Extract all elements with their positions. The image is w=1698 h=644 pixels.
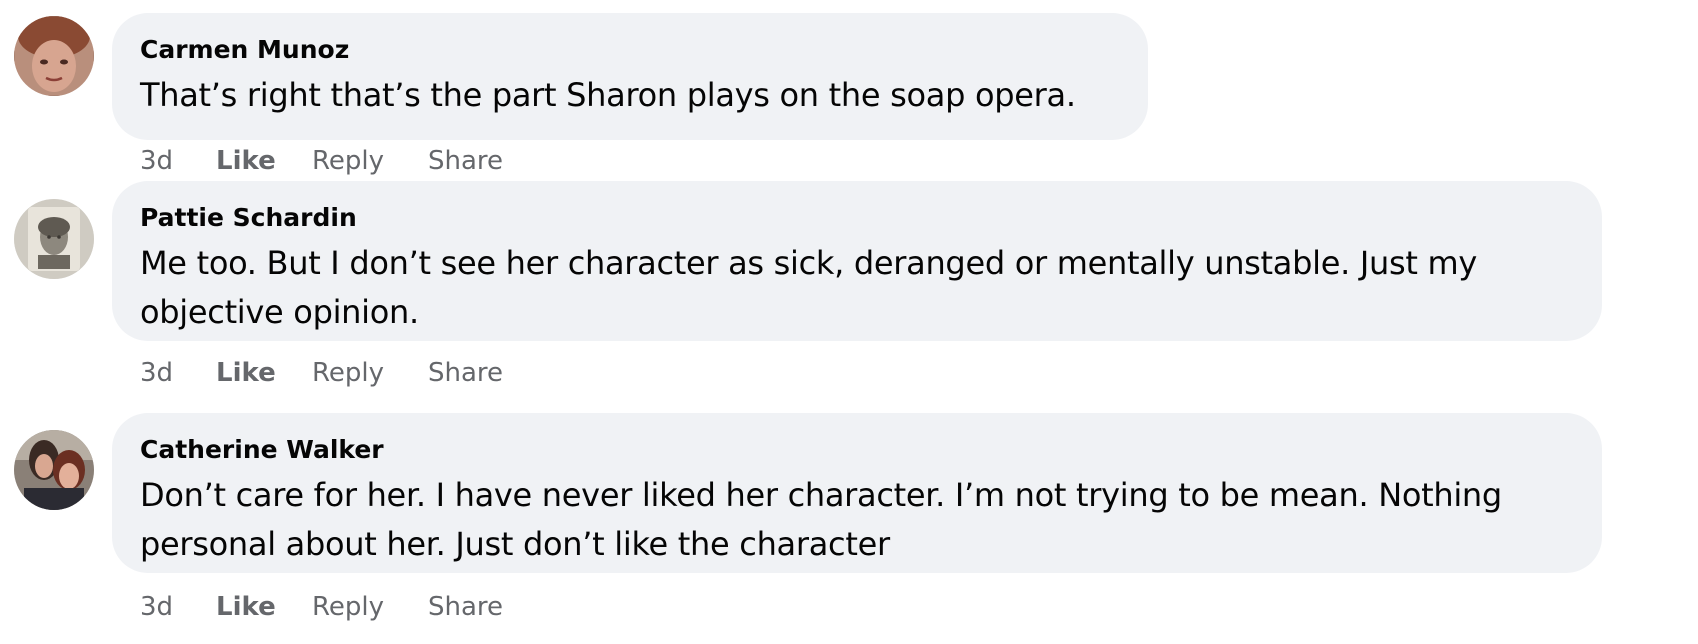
avatar[interactable] bbox=[14, 16, 94, 96]
comment-bubble: Pattie Schardin Me too. But I don’t see … bbox=[112, 181, 1602, 341]
comment-actions: 3d Like Reply Share bbox=[140, 146, 503, 176]
comment-timestamp[interactable]: 3d bbox=[140, 358, 216, 388]
comment-item: Carmen Munoz That’s right that’s the par… bbox=[0, 0, 1698, 180]
comment-text: Don’t care for her. I have never liked h… bbox=[140, 476, 1502, 563]
comment-text: Me too. But I don’t see her character as… bbox=[140, 244, 1477, 331]
comment-timestamp[interactable]: 3d bbox=[140, 592, 216, 622]
avatar[interactable] bbox=[14, 430, 94, 510]
comment-author[interactable]: Pattie Schardin bbox=[140, 203, 357, 233]
share-button[interactable]: Share bbox=[428, 146, 503, 176]
share-button[interactable]: Share bbox=[428, 358, 503, 388]
profile-photo-icon bbox=[14, 430, 94, 510]
avatar[interactable] bbox=[14, 199, 94, 279]
like-button[interactable]: Like bbox=[216, 146, 312, 176]
profile-photo-icon bbox=[14, 16, 94, 96]
reply-button[interactable]: Reply bbox=[312, 358, 428, 388]
comment-author[interactable]: Catherine Walker bbox=[140, 435, 384, 465]
comment-bubble: Carmen Munoz That’s right that’s the par… bbox=[112, 13, 1148, 140]
comment-text: That’s right that’s the part Sharon play… bbox=[140, 76, 1076, 114]
comment-actions: 3d Like Reply Share bbox=[140, 358, 503, 388]
share-button[interactable]: Share bbox=[428, 592, 503, 622]
comment-item: Catherine Walker Don’t care for her. I h… bbox=[0, 412, 1698, 644]
comment-bubble: Catherine Walker Don’t care for her. I h… bbox=[112, 413, 1602, 573]
reply-button[interactable]: Reply bbox=[312, 146, 428, 176]
profile-photo-icon bbox=[14, 199, 94, 279]
like-button[interactable]: Like bbox=[216, 592, 312, 622]
comment-item: Pattie Schardin Me too. But I don’t see … bbox=[0, 180, 1698, 412]
comment-author[interactable]: Carmen Munoz bbox=[140, 35, 349, 65]
comment-actions: 3d Like Reply Share bbox=[140, 592, 503, 622]
like-button[interactable]: Like bbox=[216, 358, 312, 388]
comment-timestamp[interactable]: 3d bbox=[140, 146, 216, 176]
reply-button[interactable]: Reply bbox=[312, 592, 428, 622]
